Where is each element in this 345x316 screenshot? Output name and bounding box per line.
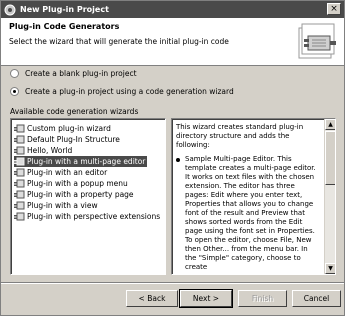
list-item-label: Plug-in with a view: [27, 201, 98, 210]
description-bullet-text: Sample Multi-page Editor. This template …: [185, 155, 316, 271]
template-project-radio[interactable]: [10, 87, 19, 96]
list-item[interactable]: Hello, World: [14, 145, 74, 156]
plugin-icon: [14, 135, 25, 143]
list-item[interactable]: Plug-in with perspective extensions: [14, 211, 162, 222]
list-item[interactable]: Default Plug-In Structure: [14, 134, 122, 145]
list-item-label: Plug-in with a multi-page editor: [27, 157, 146, 166]
close-icon: ×: [330, 4, 338, 14]
app-icon: [4, 4, 16, 15]
list-item-label: Plug-in with perspective extensions: [27, 212, 161, 221]
close-button[interactable]: ×: [327, 3, 341, 15]
cancel-button[interactable]: Cancel: [292, 290, 341, 307]
list-item[interactable]: Plug-in with a view: [14, 200, 100, 211]
plugin-icon: [14, 212, 25, 220]
list-item[interactable]: Plug-in with an editor: [14, 167, 109, 178]
arrow-down-icon: ▼: [328, 265, 333, 272]
description-scrollbar[interactable]: ▲ ▼: [324, 119, 335, 274]
list-item[interactable]: Plug-in with a property page: [14, 189, 136, 200]
list-item[interactable]: Plug-in with a popup menu: [14, 178, 130, 189]
description-bullet: Sample Multi-page Editor. This template …: [176, 155, 320, 272]
plugin-wizard-icon: [298, 23, 336, 59]
wizard-list[interactable]: Custom plug-in wizard Default Plug-In St…: [10, 118, 166, 275]
wizard-header: Plug-in Code Generators Select the wizar…: [1, 18, 344, 66]
plugin-icon: [14, 179, 25, 187]
list-item-label: Plug-in with an editor: [27, 168, 108, 177]
page-description: Select the wizard that will generate the…: [9, 37, 229, 46]
template-project-option[interactable]: Create a plug-in project using a code ge…: [10, 87, 234, 96]
list-item-label: Plug-in with a property page: [27, 190, 134, 199]
list-item-label: Default Plug-In Structure: [27, 135, 120, 144]
blank-project-option[interactable]: Create a blank plug-in project: [10, 69, 137, 78]
blank-project-label: Create a blank plug-in project: [25, 69, 137, 78]
back-button[interactable]: < Back: [126, 290, 178, 307]
list-item[interactable]: Custom plug-in wizard: [14, 123, 113, 134]
plugin-icon: [14, 146, 25, 154]
plugin-icon: [14, 168, 25, 176]
plugin-icon: [14, 157, 25, 165]
list-item-label: Hello, World: [27, 146, 73, 155]
finish-button[interactable]: Finish: [238, 290, 287, 307]
list-item-label: Custom plug-in wizard: [27, 124, 111, 133]
window-title: New Plug-in Project: [20, 5, 109, 14]
plugin-icon: [14, 190, 25, 198]
wizards-section-label: Available code generation wizards: [10, 107, 139, 116]
button-divider: [1, 282, 344, 284]
wizard-window: New Plug-in Project × Plug-in Code Gener…: [0, 0, 345, 316]
bullet-icon: [176, 158, 180, 162]
scroll-thumb[interactable]: [325, 131, 335, 185]
page-title: Plug-in Code Generators: [9, 22, 120, 31]
arrow-up-icon: ▲: [328, 121, 333, 128]
template-project-label: Create a plug-in project using a code ge…: [25, 87, 234, 96]
next-button[interactable]: Next >: [179, 289, 233, 308]
plugin-icon: [14, 201, 25, 209]
plugin-icon: [14, 124, 25, 132]
description-intro: This wizard creates standard plug-in dir…: [176, 123, 304, 149]
scroll-up-button[interactable]: ▲: [325, 119, 335, 130]
title-bar[interactable]: New Plug-in Project ×: [1, 1, 344, 18]
wizard-description-panel[interactable]: This wizard creates standard plug-in dir…: [171, 118, 336, 275]
list-item-label: Plug-in with a popup menu: [27, 179, 128, 188]
list-item-selected[interactable]: Plug-in with a multi-page editor: [14, 156, 148, 167]
blank-project-radio[interactable]: [10, 69, 19, 78]
scroll-down-button[interactable]: ▼: [325, 263, 335, 274]
